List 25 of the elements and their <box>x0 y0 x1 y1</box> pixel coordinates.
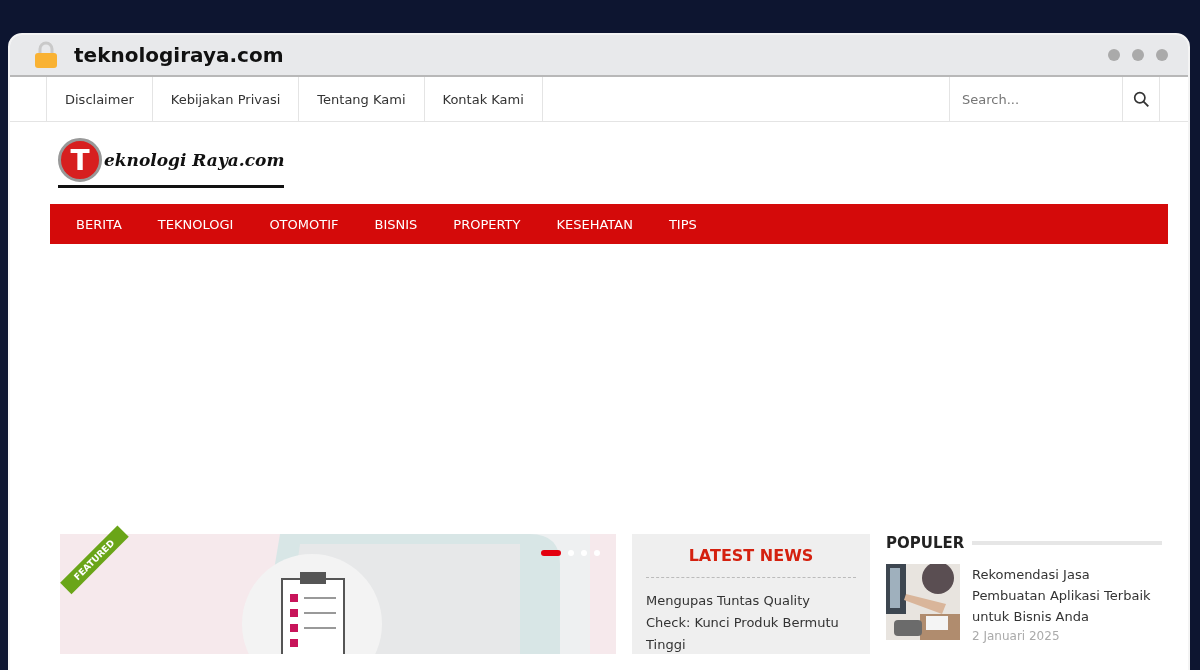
article-link[interactable]: Rekomendasi Jasa Pembuatan Aplikasi Terbaik untuk Bisnis Anda <box>972 564 1162 627</box>
main-menu-link[interactable]: TEKNOLOGI <box>139 216 252 232</box>
search-button[interactable] <box>1122 77 1160 121</box>
top-menu-link[interactable]: Disclaimer <box>47 77 153 121</box>
top-menu-link[interactable]: Tentang Kami <box>299 77 425 121</box>
main-menu-link[interactable]: TIPS <box>650 216 715 232</box>
news-link[interactable]: Mengupas Tuntas Quality Check: Kunci Produk Bermutu Tinggi <box>646 590 856 656</box>
main-menu-link[interactable]: KESEHATAN <box>538 216 651 232</box>
window-dot-icon[interactable] <box>1156 49 1168 61</box>
logo-text[interactable]: eknologi Raya.com <box>104 150 285 170</box>
section-title: POPULER <box>886 534 965 552</box>
section-title: LATEST NEWS <box>646 546 856 578</box>
main-menu-link[interactable]: BISNIS <box>356 216 436 232</box>
search-icon <box>1132 90 1150 108</box>
main-menu-link[interactable]: BERITA <box>58 216 140 232</box>
window-dot-icon[interactable] <box>1108 49 1120 61</box>
window-dot-icon[interactable] <box>1132 49 1144 61</box>
top-menu-link[interactable]: Kontak Kami <box>424 77 543 121</box>
url-text: teknologiraya.com <box>74 43 284 67</box>
logo-badge[interactable]: T <box>58 138 102 182</box>
article-date: 2 Januari 2025 <box>972 629 1061 643</box>
main-menu-link[interactable]: OTOMOTIF <box>251 216 357 232</box>
lock-icon <box>34 41 58 69</box>
main-menu-link[interactable]: PROPERTY <box>435 216 539 232</box>
top-menu-link[interactable]: Kebijakan Privasi <box>152 77 300 121</box>
